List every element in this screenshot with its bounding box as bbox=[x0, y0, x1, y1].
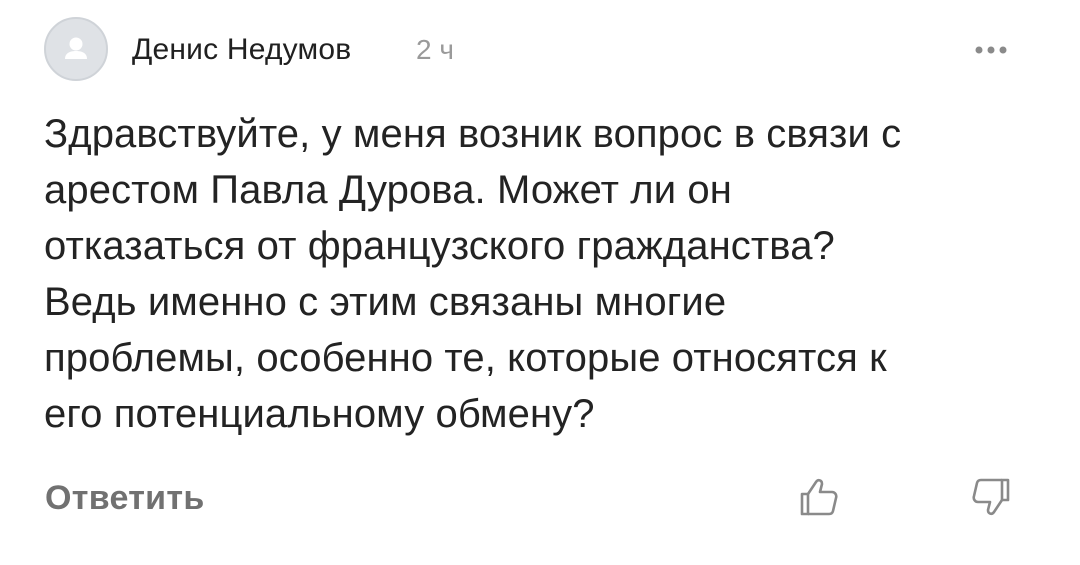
user-placeholder-icon bbox=[65, 37, 87, 59]
avatar[interactable] bbox=[44, 17, 108, 81]
comment-text: Здравствуйте, у меня возник вопрос в свя… bbox=[44, 112, 902, 436]
more-horizontal-icon bbox=[975, 46, 1007, 54]
thumbs-down-icon bbox=[972, 478, 1010, 516]
author-name[interactable]: Денис Недумов bbox=[132, 30, 351, 70]
dislike-button[interactable] bbox=[968, 474, 1014, 520]
comment-card: Денис Недумов 2 ч Здравствуйте, у меня в… bbox=[0, 0, 1080, 565]
like-button[interactable] bbox=[796, 474, 842, 520]
more-options-button[interactable] bbox=[968, 34, 1014, 64]
timestamp: 2 ч bbox=[416, 34, 454, 65]
thumbs-up-icon bbox=[800, 478, 838, 516]
reply-button[interactable]: Ответить bbox=[45, 476, 205, 520]
